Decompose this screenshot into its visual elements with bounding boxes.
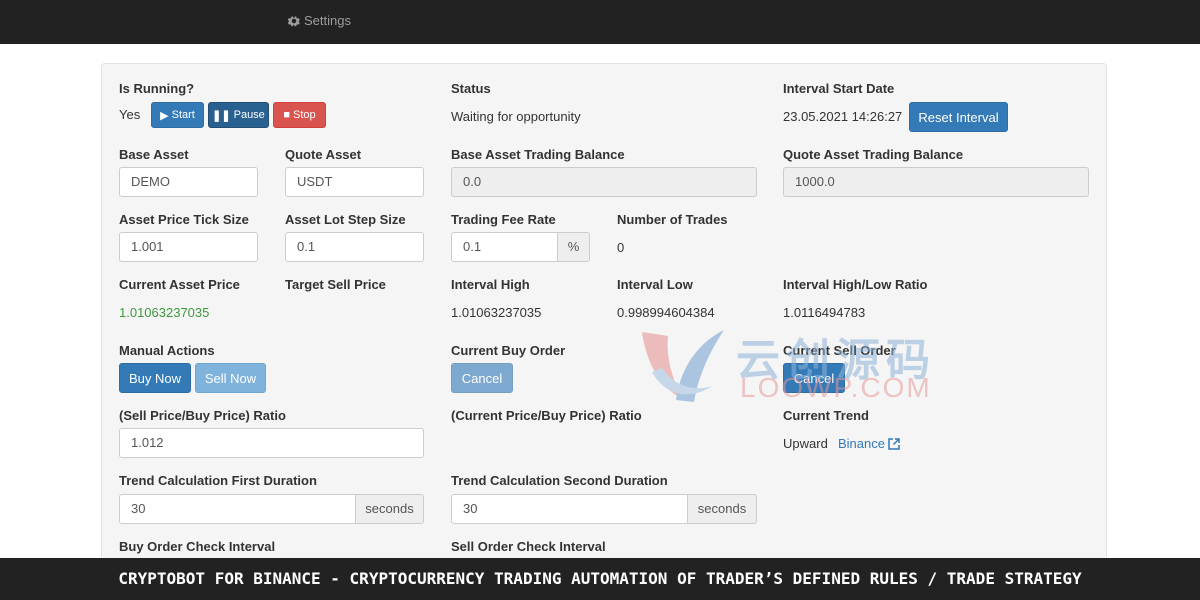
target-sell-label: Target Sell Price [285,277,386,292]
interval-start-label: Interval Start Date [783,81,895,96]
play-icon: ▶ [160,109,169,122]
fee-rate-label: Trading Fee Rate [451,212,556,227]
tick-size-label: Asset Price Tick Size [119,212,249,227]
sell-buy-ratio-label: (Sell Price/Buy Price) Ratio [119,408,286,423]
nav-settings-link[interactable]: Settings [288,13,351,28]
tick-size-input[interactable]: 1.001 [119,232,258,262]
manual-actions-label: Manual Actions [119,343,215,358]
reset-interval-button[interactable]: Reset Interval [909,102,1008,132]
quote-asset-label: Quote Asset [285,147,362,162]
sell-buy-ratio-input[interactable]: 1.012 [119,428,424,458]
binance-link-label: Binance [838,436,885,451]
quote-asset-input[interactable]: USDT [285,167,424,197]
trend-first-input[interactable]: 30 [119,494,356,524]
base-asset-input[interactable]: DEMO [119,167,258,197]
is-running-value: Yes [119,107,141,122]
current-price-value: 1.01063237035 [119,305,210,320]
interval-low-label: Interval Low [617,277,693,292]
status-value: Waiting for opportunity [451,109,581,124]
base-balance-input[interactable]: 0.0 [451,167,757,197]
buy-order-label: Current Buy Order [451,343,566,358]
trend-value: Upward [783,436,828,451]
trend-label: Current Trend [783,408,869,423]
base-balance-label: Base Asset Trading Balance [451,147,625,162]
quote-balance-input[interactable]: 1000.0 [783,167,1089,197]
quote-balance-label: Quote Asset Trading Balance [783,147,964,162]
current-buy-ratio-label: (Current Price/Buy Price) Ratio [451,408,642,423]
sell-check-label: Sell Order Check Interval [451,539,606,554]
nav-settings-label: Settings [304,13,351,28]
stop-button-label: Stop [293,109,316,121]
start-button-label: Start [171,109,195,121]
trend-second-unit: seconds [687,494,757,524]
high-low-ratio-label: Interval High/Low Ratio [783,277,928,292]
sell-now-button[interactable]: Sell Now [195,363,266,393]
caption-bar: CRYPTOBOT FOR BINANCE - CRYPTOCURRENCY T… [0,558,1200,600]
top-navbar: Settings [0,0,1200,44]
interval-high-label: Interval High [451,277,530,292]
trend-first-label: Trend Calculation First Duration [119,473,317,488]
fee-rate-input[interactable]: 0.1 [451,232,558,262]
stop-button[interactable]: ■ Stop [273,102,326,128]
cancel-buy-order-button[interactable]: Cancel [451,363,513,393]
pause-icon: ❚❚ [212,109,231,122]
trend-second-label: Trend Calculation Second Duration [451,473,668,488]
status-label: Status [451,81,491,96]
interval-low-value: 0.998994604384 [617,305,715,320]
interval-start-value: 23.05.2021 14:26:27 [783,109,903,124]
gear-icon [288,16,300,26]
start-button[interactable]: ▶ Start [151,102,204,128]
base-asset-label: Base Asset [119,147,189,162]
buy-now-button[interactable]: Buy Now [119,363,191,393]
interval-high-value: 1.01063237035 [451,305,542,320]
external-link-icon [888,437,900,450]
lot-step-label: Asset Lot Step Size [285,212,406,227]
cancel-sell-order-button[interactable]: Cancel [783,363,845,393]
fee-rate-unit: % [557,232,590,262]
num-trades-label: Number of Trades [617,212,728,227]
sell-order-label: Current Sell Order [783,343,896,358]
trend-first-unit: seconds [355,494,424,524]
lot-step-input[interactable]: 0.1 [285,232,424,262]
stop-icon: ■ [283,109,290,121]
pause-button-label: Pause [233,109,265,121]
current-price-label: Current Asset Price [119,277,240,292]
binance-link[interactable]: Binance [838,436,900,451]
num-trades-value: 0 [617,240,625,255]
is-running-label: Is Running? [119,81,195,96]
high-low-ratio-value: 1.0116494783 [783,305,866,320]
trend-second-input[interactable]: 30 [451,494,688,524]
buy-check-label: Buy Order Check Interval [119,539,276,554]
pause-button[interactable]: ❚❚ Pause [208,102,269,128]
